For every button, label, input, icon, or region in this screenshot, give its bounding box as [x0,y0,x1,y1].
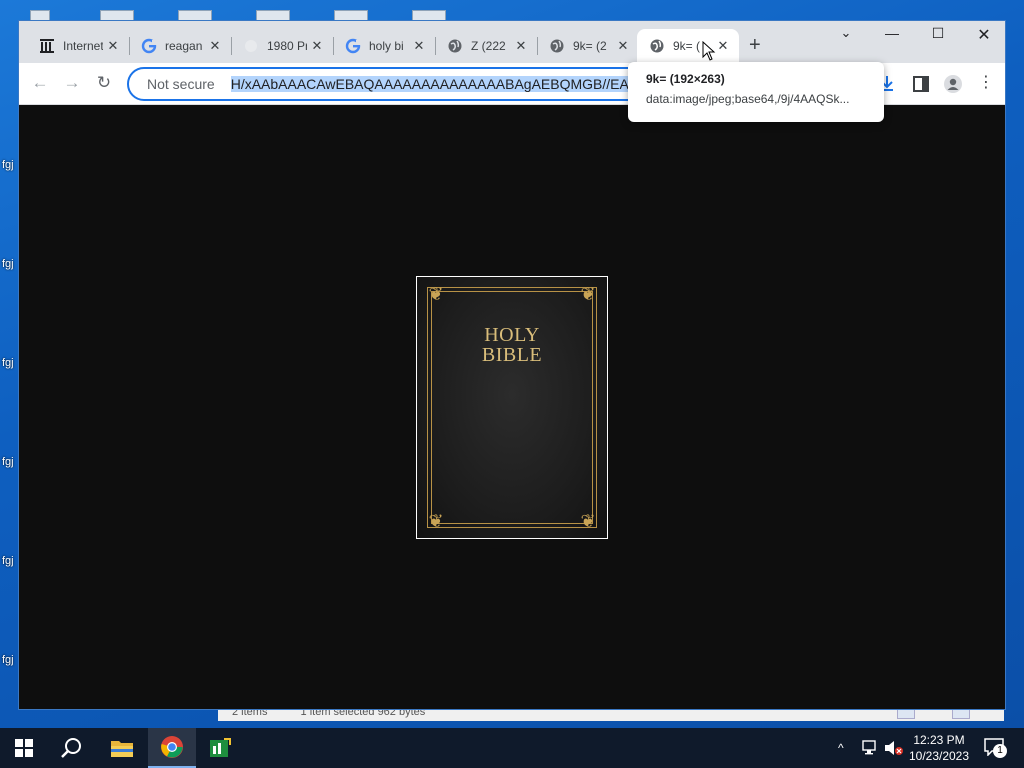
tab-title: Internet [63,39,103,53]
chrome-icon [161,736,183,758]
close-tab-icon[interactable]: ✕ [513,38,529,54]
volume-muted-icon[interactable] [884,740,904,756]
tab-9k-image[interactable]: 9k= (2 ✕ [537,29,639,63]
close-tab-icon[interactable]: ✕ [715,38,731,54]
close-window-button[interactable]: ✕ [969,25,999,45]
notification-center-button[interactable]: 1 [984,738,1007,758]
new-tab-button[interactable]: + [749,35,761,55]
notification-count-badge: 1 [993,744,1007,758]
network-icon[interactable] [862,740,880,756]
file-explorer-button[interactable] [98,728,146,768]
clock-date: 10/23/2023 [908,749,970,763]
clock-time: 12:23 PM [913,733,965,747]
globe-icon [649,38,665,54]
side-panel-icon[interactable] [913,76,929,92]
google-icon [345,38,361,54]
desktop-icon-label[interactable]: fgj [2,457,14,468]
close-tab-icon[interactable]: ✕ [105,38,121,54]
show-hidden-icons-chevron-up-icon[interactable]: ^ [838,728,844,768]
profile-avatar-icon[interactable] [943,74,963,94]
close-tab-icon[interactable]: ✕ [615,38,631,54]
spreadsheet-app-icon [210,738,231,757]
tab-title: Z (222 [471,39,506,53]
chrome-taskbar-button[interactable] [148,728,196,768]
reload-button[interactable]: ↻ [93,73,115,93]
corner-ornament-icon: ❦ [428,284,444,304]
cover-title-line1: HOLY [484,324,540,346]
back-button[interactable]: ← [29,73,51,93]
windows-logo-icon [15,739,33,757]
tab-internet-archive[interactable]: Internet ✕ [27,29,129,63]
tab-title: 1980 Pr [267,39,307,53]
tab-strip: Internet ✕ reagan ✕ 1980 Pr ✕ holy bi ✕ … [19,21,1005,63]
tab-google-holy-bible[interactable]: holy bi ✕ [333,29,435,63]
displayed-image[interactable]: ❦ ❦ ❦ ❦ HOLY BIBLE [416,276,608,539]
folder-icon [111,741,133,757]
tab-google-reagan[interactable]: reagan ✕ [129,29,231,63]
system-clock[interactable]: 12:23 PM 10/23/2023 [904,732,974,764]
menu-kebab-icon[interactable]: ⋮ [975,73,997,93]
globe-icon [549,38,565,54]
archive-icon [39,38,55,54]
corner-ornament-icon: ❦ [580,511,596,531]
tab-title: reagan [165,39,203,53]
close-tab-icon[interactable]: ✕ [309,38,325,54]
desktop-icon-label[interactable]: fgj [2,259,14,270]
blank-page-icon [243,38,259,54]
tab-hover-tooltip: 9k= (192×263) data:image/jpeg;base64,/9j… [628,62,884,122]
cover-title: HOLY BIBLE [417,325,607,365]
tooltip-url: data:image/jpeg;base64,/9j/4AAQSk... [646,92,850,106]
search-button[interactable] [48,728,96,768]
bible-cover: ❦ ❦ ❦ ❦ HOLY BIBLE [417,277,607,538]
desktop-icon-label[interactable]: fgj [2,160,14,171]
corner-ornament-icon: ❦ [428,511,444,531]
tab-title: holy bi [369,39,404,53]
desktop-icon-label[interactable]: fgj [2,655,14,666]
minimize-button[interactable]: — [877,25,907,41]
forward-button[interactable]: → [61,73,83,93]
corner-ornament-icon: ❦ [580,284,596,304]
close-tab-icon[interactable]: ✕ [411,38,427,54]
desktop-icon-label[interactable]: fgj [2,358,14,369]
close-tab-icon[interactable]: ✕ [207,38,223,54]
cover-title-line2: BIBLE [481,344,543,366]
mouse-cursor-icon [702,41,716,61]
desktop-icon-label[interactable]: fgj [2,556,14,567]
start-button[interactable] [0,728,48,768]
tab-1980[interactable]: 1980 Pr ✕ [231,29,333,63]
tab-z-image[interactable]: Z (222 ✕ [435,29,537,63]
tab-search-chevron-down-icon[interactable]: ⌄ [831,25,861,41]
url-text[interactable]: H/xAAbAAACAwEBAQAAAAAAAAAAAAAABAgAEBQMGB… [230,76,645,92]
maximize-button[interactable]: ☐ [923,25,953,42]
tab-9k-image-active[interactable]: 9k= ( ✕ [637,29,739,63]
search-icon [61,738,81,758]
address-bar[interactable]: Not secure H/xAAbAAACAwEBAQAAAAAAAAAAAAA… [127,67,647,101]
globe-icon [447,38,463,54]
app-taskbar-button[interactable] [196,728,244,768]
google-icon [141,38,157,54]
taskbar: ^ 12:23 PM 10/23/2023 1 [0,728,1024,768]
tab-title: 9k= (2 [573,39,607,53]
tooltip-title: 9k= (192×263) [646,72,725,86]
not-secure-label[interactable]: Not secure [147,76,215,92]
